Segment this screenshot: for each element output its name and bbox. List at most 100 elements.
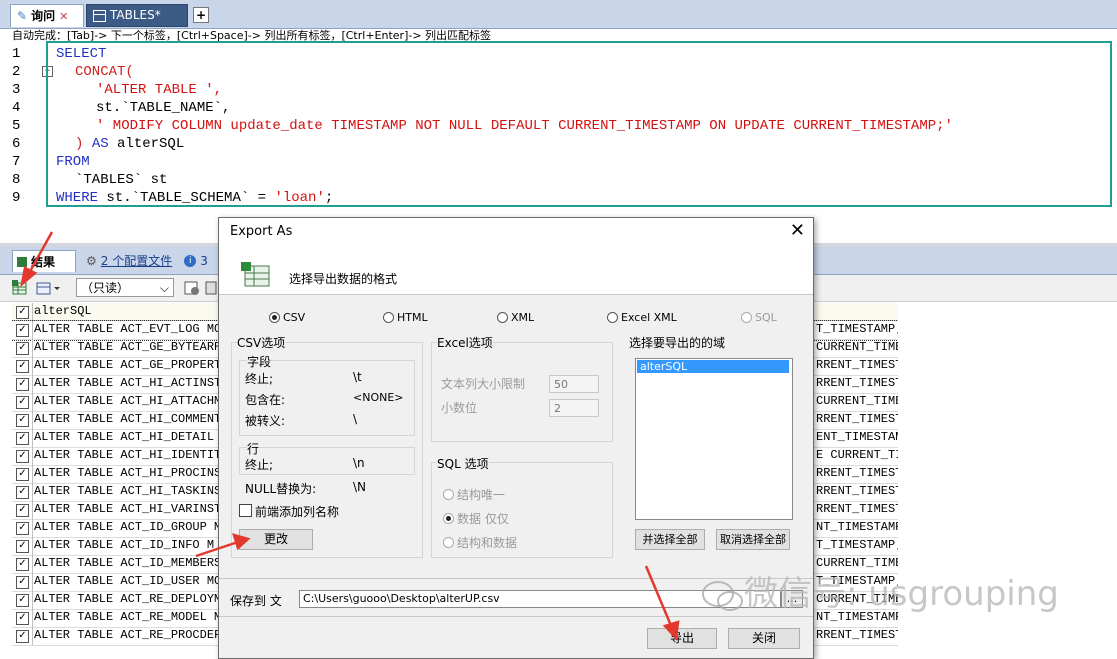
escaped-value[interactable]: \ xyxy=(353,412,357,426)
cell-altersql-end[interactable]: NT_TIMESTAMP xyxy=(816,520,898,534)
tab-profiles[interactable]: ⚙ 2 个配置文件 i 3 xyxy=(86,250,208,272)
select-all-button[interactable]: 并选择全部 xyxy=(635,529,705,550)
tab-result[interactable]: 结果 xyxy=(12,250,76,272)
null-replace-value[interactable]: \N xyxy=(353,480,366,494)
row-checkbox[interactable]: ✓ xyxy=(16,612,29,625)
row-checkbox[interactable]: ✓ xyxy=(16,576,29,589)
cell-altersql-start[interactable]: ALTER TABLE ACT_HI_DETAIL xyxy=(34,430,221,444)
add-tab-button[interactable]: + xyxy=(193,7,209,23)
export-grid-icon[interactable] xyxy=(12,280,28,296)
header-checkbox[interactable]: ✓ xyxy=(16,306,29,319)
line-number: 9 xyxy=(12,190,21,206)
sql-editor[interactable]: 1 2 3 4 5 6 7 8 9 − SELECT CONCAT( 'ALTE… xyxy=(0,41,1117,243)
cell-altersql-end[interactable]: T_TIMESTAMP; xyxy=(816,538,898,552)
cell-altersql-start[interactable]: ALTER TABLE ACT_HI_TASKINS xyxy=(34,484,221,498)
format-html-radio[interactable]: HTML xyxy=(383,311,428,324)
format-excel-xml-radio[interactable]: Excel XML xyxy=(607,311,677,324)
query-tab-bar: ✎ 询问 ✕ TABLES* + xyxy=(0,0,1117,29)
row-checkbox[interactable]: ✓ xyxy=(16,522,29,535)
cell-altersql-start[interactable]: ALTER TABLE ACT_EVT_LOG MO xyxy=(34,322,221,336)
cell-altersql-start[interactable]: ALTER TABLE ACT_GE_PROPERT xyxy=(34,358,221,372)
cell-altersql-start[interactable]: ALTER TABLE ACT_HI_VARINST xyxy=(34,502,221,516)
cell-altersql-end[interactable]: E CURRENT_TI xyxy=(816,448,898,462)
row-checkbox[interactable]: ✓ xyxy=(16,450,29,463)
null-replace-label: NULL替换为: xyxy=(245,482,317,496)
row-checkbox[interactable]: ✓ xyxy=(16,360,29,373)
table-icon xyxy=(93,9,106,22)
row-checkbox[interactable]: ✓ xyxy=(16,630,29,643)
add-header-checkbox[interactable] xyxy=(239,504,252,517)
cell-altersql-start[interactable]: ALTER TABLE ACT_ID_GROUP M xyxy=(34,520,221,534)
cell-altersql-end[interactable]: RRENT_TIMESTA xyxy=(816,412,898,426)
format-label: CSV xyxy=(283,311,306,324)
tab-tables[interactable]: TABLES* xyxy=(86,4,188,27)
column-header-altersql[interactable]: alterSQL xyxy=(34,304,92,318)
row-checkbox[interactable]: ✓ xyxy=(16,396,29,409)
line-number-gutter: 1 2 3 4 5 6 7 8 9 xyxy=(0,43,42,243)
export-button[interactable]: 导出 xyxy=(647,628,717,649)
cell-altersql-start[interactable]: ALTER TABLE ACT_HI_PROCINS xyxy=(34,466,221,480)
grid-divider xyxy=(32,321,33,339)
format-csv-radio[interactable]: CSV xyxy=(269,311,305,324)
cell-altersql-end[interactable]: ENT_TIMESTAM xyxy=(816,430,898,444)
deselect-all-button[interactable]: 取消选择全部 xyxy=(716,529,790,550)
close-icon[interactable]: ✕ xyxy=(790,221,805,241)
row-checkbox[interactable]: ✓ xyxy=(16,378,29,391)
cell-altersql-start[interactable]: ALTER TABLE ACT_HI_IDENTIT xyxy=(34,448,221,462)
cell-altersql-end[interactable]: RRENT_TIMESTA xyxy=(816,358,898,372)
cell-altersql-end[interactable]: CURRENT_TIMES xyxy=(816,340,898,354)
cell-altersql-end[interactable]: CURRENT_TIME xyxy=(816,394,898,408)
grid-divider xyxy=(32,573,33,591)
refresh-icon[interactable] xyxy=(184,280,200,296)
field-list[interactable]: alterSQL xyxy=(635,358,793,520)
cell-altersql-start[interactable]: ALTER TABLE ACT_GE_BYTEARR xyxy=(34,340,221,354)
change-button[interactable]: 更改 xyxy=(239,529,313,550)
close-icon[interactable]: ✕ xyxy=(59,5,68,28)
export-icon xyxy=(241,262,271,291)
row-checkbox[interactable]: ✓ xyxy=(16,342,29,355)
info-icon: i xyxy=(184,255,197,267)
tab-result-label: 结果 xyxy=(31,254,56,269)
format-xml-radio[interactable]: XML xyxy=(497,311,534,324)
copy-grid-icon[interactable] xyxy=(36,280,60,296)
field-terminated-value[interactable]: \t xyxy=(353,370,362,384)
readonly-select[interactable]: （只读） ⌵ xyxy=(76,278,174,297)
cell-altersql-end[interactable]: RRENT_TIMEST xyxy=(816,484,898,498)
sql-option-label: 结构和数据 xyxy=(457,536,518,550)
cell-altersql-start[interactable]: ALTER TABLE ACT_RE_MODEL M xyxy=(34,610,221,624)
tab-profiles-label: 2 个配置文件 xyxy=(100,254,173,268)
cell-altersql-start[interactable]: ALTER TABLE ACT_RE_PROCDEF xyxy=(34,628,221,642)
tab-query[interactable]: ✎ 询问 ✕ xyxy=(10,4,84,27)
format-sql-radio: SQL xyxy=(741,311,777,324)
cell-altersql-end[interactable]: RRENT_TIMEST xyxy=(816,466,898,480)
code-line: SELECT xyxy=(56,45,106,63)
row-checkbox[interactable]: ✓ xyxy=(16,432,29,445)
row-checkbox[interactable]: ✓ xyxy=(16,504,29,517)
add-header-label: 前端添加列名称 xyxy=(255,505,340,519)
cell-altersql-start[interactable]: ALTER TABLE ACT_RE_DEPLOYM xyxy=(34,592,221,606)
cell-altersql-start[interactable]: ALTER TABLE ACT_ID_USER MO xyxy=(34,574,221,588)
wechat-icon xyxy=(700,579,744,613)
row-checkbox[interactable]: ✓ xyxy=(16,594,29,607)
row-checkbox[interactable]: ✓ xyxy=(16,540,29,553)
row-checkbox[interactable]: ✓ xyxy=(16,414,29,427)
row-checkbox[interactable]: ✓ xyxy=(16,324,29,337)
line-number: 8 xyxy=(12,172,21,188)
enclosed-value[interactable]: <NONE> xyxy=(353,391,404,404)
row-checkbox[interactable]: ✓ xyxy=(16,558,29,571)
cell-altersql-end[interactable]: T_TIMESTAMP; xyxy=(816,322,898,336)
cell-altersql-start[interactable]: ALTER TABLE ACT_HI_ATTACHM xyxy=(34,394,221,408)
cell-altersql-end[interactable]: RRENT_TIMESTA xyxy=(816,376,898,390)
cell-altersql-end[interactable]: RRENT_TIMESTA xyxy=(816,502,898,516)
cell-altersql-end[interactable]: RRENT_TIMESTA xyxy=(816,628,898,642)
line-terminated-value[interactable]: \n xyxy=(353,456,365,470)
row-checkbox[interactable]: ✓ xyxy=(16,468,29,481)
cell-altersql-start[interactable]: ALTER TABLE ACT_HI_COMMENT xyxy=(34,412,221,426)
row-checkbox[interactable]: ✓ xyxy=(16,486,29,499)
field-item-altersql[interactable]: alterSQL xyxy=(637,360,789,373)
cell-altersql-start[interactable]: ALTER TABLE ACT_HI_ACTINST xyxy=(34,376,221,390)
sql-structure-radio: 结构唯一 xyxy=(443,486,505,503)
cell-altersql-start[interactable]: ALTER TABLE ACT_ID_MEMBERS xyxy=(34,556,221,570)
close-button[interactable]: 关闭 xyxy=(728,628,800,649)
cell-altersql-start[interactable]: ALTER TABLE ACT_ID_INFO M xyxy=(34,538,214,552)
